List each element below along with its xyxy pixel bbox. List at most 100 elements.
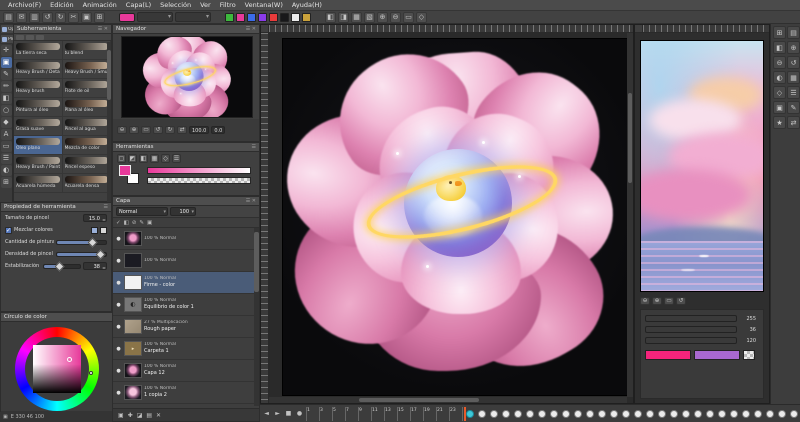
subtool-tab[interactable] — [26, 34, 34, 40]
color-swatch[interactable] — [291, 12, 300, 22]
layer-lock-icon[interactable]: ◧ — [124, 220, 129, 226]
subtool-item[interactable]: Acuarela densa — [62, 174, 111, 193]
subtool-item[interactable]: Heavy Brush / Detail — [14, 60, 63, 79]
toolbar-icon[interactable]: ◇ — [416, 11, 427, 23]
tools-panel-icon[interactable]: ◩ — [128, 154, 137, 163]
canvas-control-button[interactable]: ▭ — [664, 296, 674, 305]
layer-visibility-icon[interactable] — [115, 368, 122, 374]
paint-amount-slider[interactable] — [56, 237, 107, 247]
stabilization-slider[interactable] — [43, 261, 81, 271]
toolbar-icon[interactable]: ◨ — [338, 11, 349, 23]
timeline-ruler[interactable]: 1 3 5 7 9 11 13 15 17 19 21 23 — [306, 406, 466, 421]
tool-strip-icon[interactable]: ☰ — [0, 153, 12, 164]
navigator-button[interactable]: ▭ — [141, 126, 151, 134]
navigator-button[interactable]: ⊖ — [117, 126, 127, 134]
subtool-item[interactable]: tu blend — [62, 41, 111, 60]
tool-strip-icon[interactable]: ○ — [0, 105, 12, 116]
frame-dot[interactable] — [742, 409, 750, 418]
navigator-button[interactable]: ⇄ — [177, 126, 187, 134]
transparent-swatch[interactable] — [743, 350, 755, 360]
subtool-item[interactable]: Pintura al óleo — [14, 98, 63, 117]
menu-item[interactable]: Filtro — [216, 0, 240, 11]
layer-lock-icon[interactable]: ▣ — [147, 220, 152, 226]
mixer-slider[interactable] — [645, 337, 737, 344]
dock-icon[interactable]: ⇄ — [787, 116, 800, 129]
panel-menu-icon[interactable]: ☰ — [252, 143, 256, 152]
dock-icon[interactable]: ★ — [773, 116, 786, 129]
layer-lock-icon[interactable]: ⊘ — [132, 220, 137, 226]
layer-footer-icon[interactable]: ▤ — [146, 412, 152, 419]
dock-icon[interactable]: ⊞ — [773, 26, 786, 39]
timeline-control-icon[interactable]: ► — [273, 410, 282, 417]
layer-footer-icon[interactable]: ▣ — [118, 412, 124, 419]
frame-dot[interactable] — [490, 409, 498, 418]
color-swatch[interactable] — [269, 12, 278, 22]
toolbar-icon[interactable]: ✂ — [68, 11, 79, 23]
layer-visibility-icon[interactable] — [115, 280, 122, 286]
frame-dot[interactable] — [622, 409, 630, 418]
toolbar-icon[interactable]: ⊞ — [94, 11, 105, 23]
toolbar-icon[interactable]: ⊖ — [390, 11, 401, 23]
subtool-item[interactable]: Pincel al agua — [62, 117, 111, 136]
color-gradient-bar[interactable] — [147, 167, 251, 174]
tool-strip-icon[interactable]: ✛ — [0, 45, 12, 56]
mix-color-checkbox[interactable]: ✓ — [5, 226, 12, 234]
tool-strip-icon[interactable]: ◐ — [0, 165, 12, 176]
layer-row[interactable]: 100 % Normal Carpeta 1 — [113, 338, 256, 360]
dock-icon[interactable]: ◇ — [773, 86, 786, 99]
menu-item[interactable]: Ventana(W) — [241, 0, 287, 11]
dock-icon[interactable]: ▤ — [787, 26, 800, 39]
toolbar-icon[interactable]: ▦ — [351, 11, 362, 23]
frame-dot[interactable] — [658, 409, 666, 418]
frame-dot[interactable] — [682, 409, 690, 418]
frame-dot[interactable] — [646, 409, 654, 418]
tools-panel-icon[interactable]: ☰ — [172, 154, 181, 163]
toolbar-icon[interactable]: ▭ — [403, 11, 414, 23]
timeline-control-icon[interactable]: ● — [295, 410, 304, 417]
subtool-tab[interactable] — [16, 34, 24, 40]
blend-mode-select[interactable]: Normal — [116, 207, 168, 217]
toolbar-icon[interactable]: ▧ — [364, 11, 375, 23]
toolbar-icon[interactable]: ⊕ — [377, 11, 388, 23]
menu-item[interactable]: Ver — [196, 0, 215, 11]
subtool-item[interactable]: Plana al óleo — [62, 98, 111, 117]
toolbar-icon[interactable]: ↻ — [55, 11, 66, 23]
frame-dot[interactable] — [598, 409, 606, 418]
subtool-item[interactable]: Mezcla de color — [62, 136, 111, 155]
tools-panel-icon[interactable]: ▢ — [117, 154, 126, 163]
canvas-vertical-scrollbar[interactable] — [627, 33, 633, 397]
mixer-slider[interactable] — [645, 315, 737, 322]
toolbar-icon[interactable]: ↺ — [42, 11, 53, 23]
timeline-control-icon[interactable]: ■ — [284, 410, 293, 417]
panel-menu-icon[interactable]: ☰ — [104, 203, 108, 212]
stabilization-value[interactable]: 38 — [83, 262, 107, 272]
canvas-control-button[interactable]: ⊖ — [640, 296, 650, 305]
frame-dot[interactable] — [694, 409, 702, 418]
tool-strip-icon[interactable]: ◧ — [0, 93, 12, 104]
color-swatch[interactable] — [280, 12, 289, 22]
frame-dot[interactable] — [718, 409, 726, 418]
color-swatch[interactable] — [258, 12, 267, 22]
layer-row[interactable]: 100 % Normal Capa 12 — [113, 360, 256, 382]
layer-lock-icon[interactable]: ✎ — [139, 220, 144, 226]
menu-item[interactable]: Archivo(F) — [4, 0, 45, 11]
tool-strip-icon[interactable]: ▣ — [0, 57, 12, 68]
subtool-item[interactable]: Heavy Brush / Smudge — [62, 60, 111, 79]
frame-dot[interactable] — [706, 409, 714, 418]
layer-footer-icon[interactable]: ◪ — [137, 412, 143, 419]
frame-dot[interactable] — [778, 409, 786, 418]
subtool-item[interactable]: Oleo plano — [14, 136, 63, 155]
frame-dot[interactable] — [610, 409, 618, 418]
tools-panel-icon[interactable]: ▦ — [150, 154, 159, 163]
frame-dot[interactable] — [634, 409, 642, 418]
tool-strip-icon[interactable]: ◆ — [0, 117, 12, 128]
main-canvas[interactable] — [282, 38, 628, 396]
blend-mode-select[interactable] — [175, 12, 211, 22]
frame-dot[interactable] — [754, 409, 762, 418]
playhead[interactable] — [464, 406, 466, 421]
layer-scrollbar[interactable] — [254, 228, 259, 406]
canvas-control-button[interactable]: ⊕ — [652, 296, 662, 305]
tools-panel-icon[interactable]: ◇ — [161, 154, 170, 163]
menu-item[interactable]: Edición — [46, 0, 78, 11]
toolbar-icon[interactable]: ✉ — [16, 11, 27, 23]
